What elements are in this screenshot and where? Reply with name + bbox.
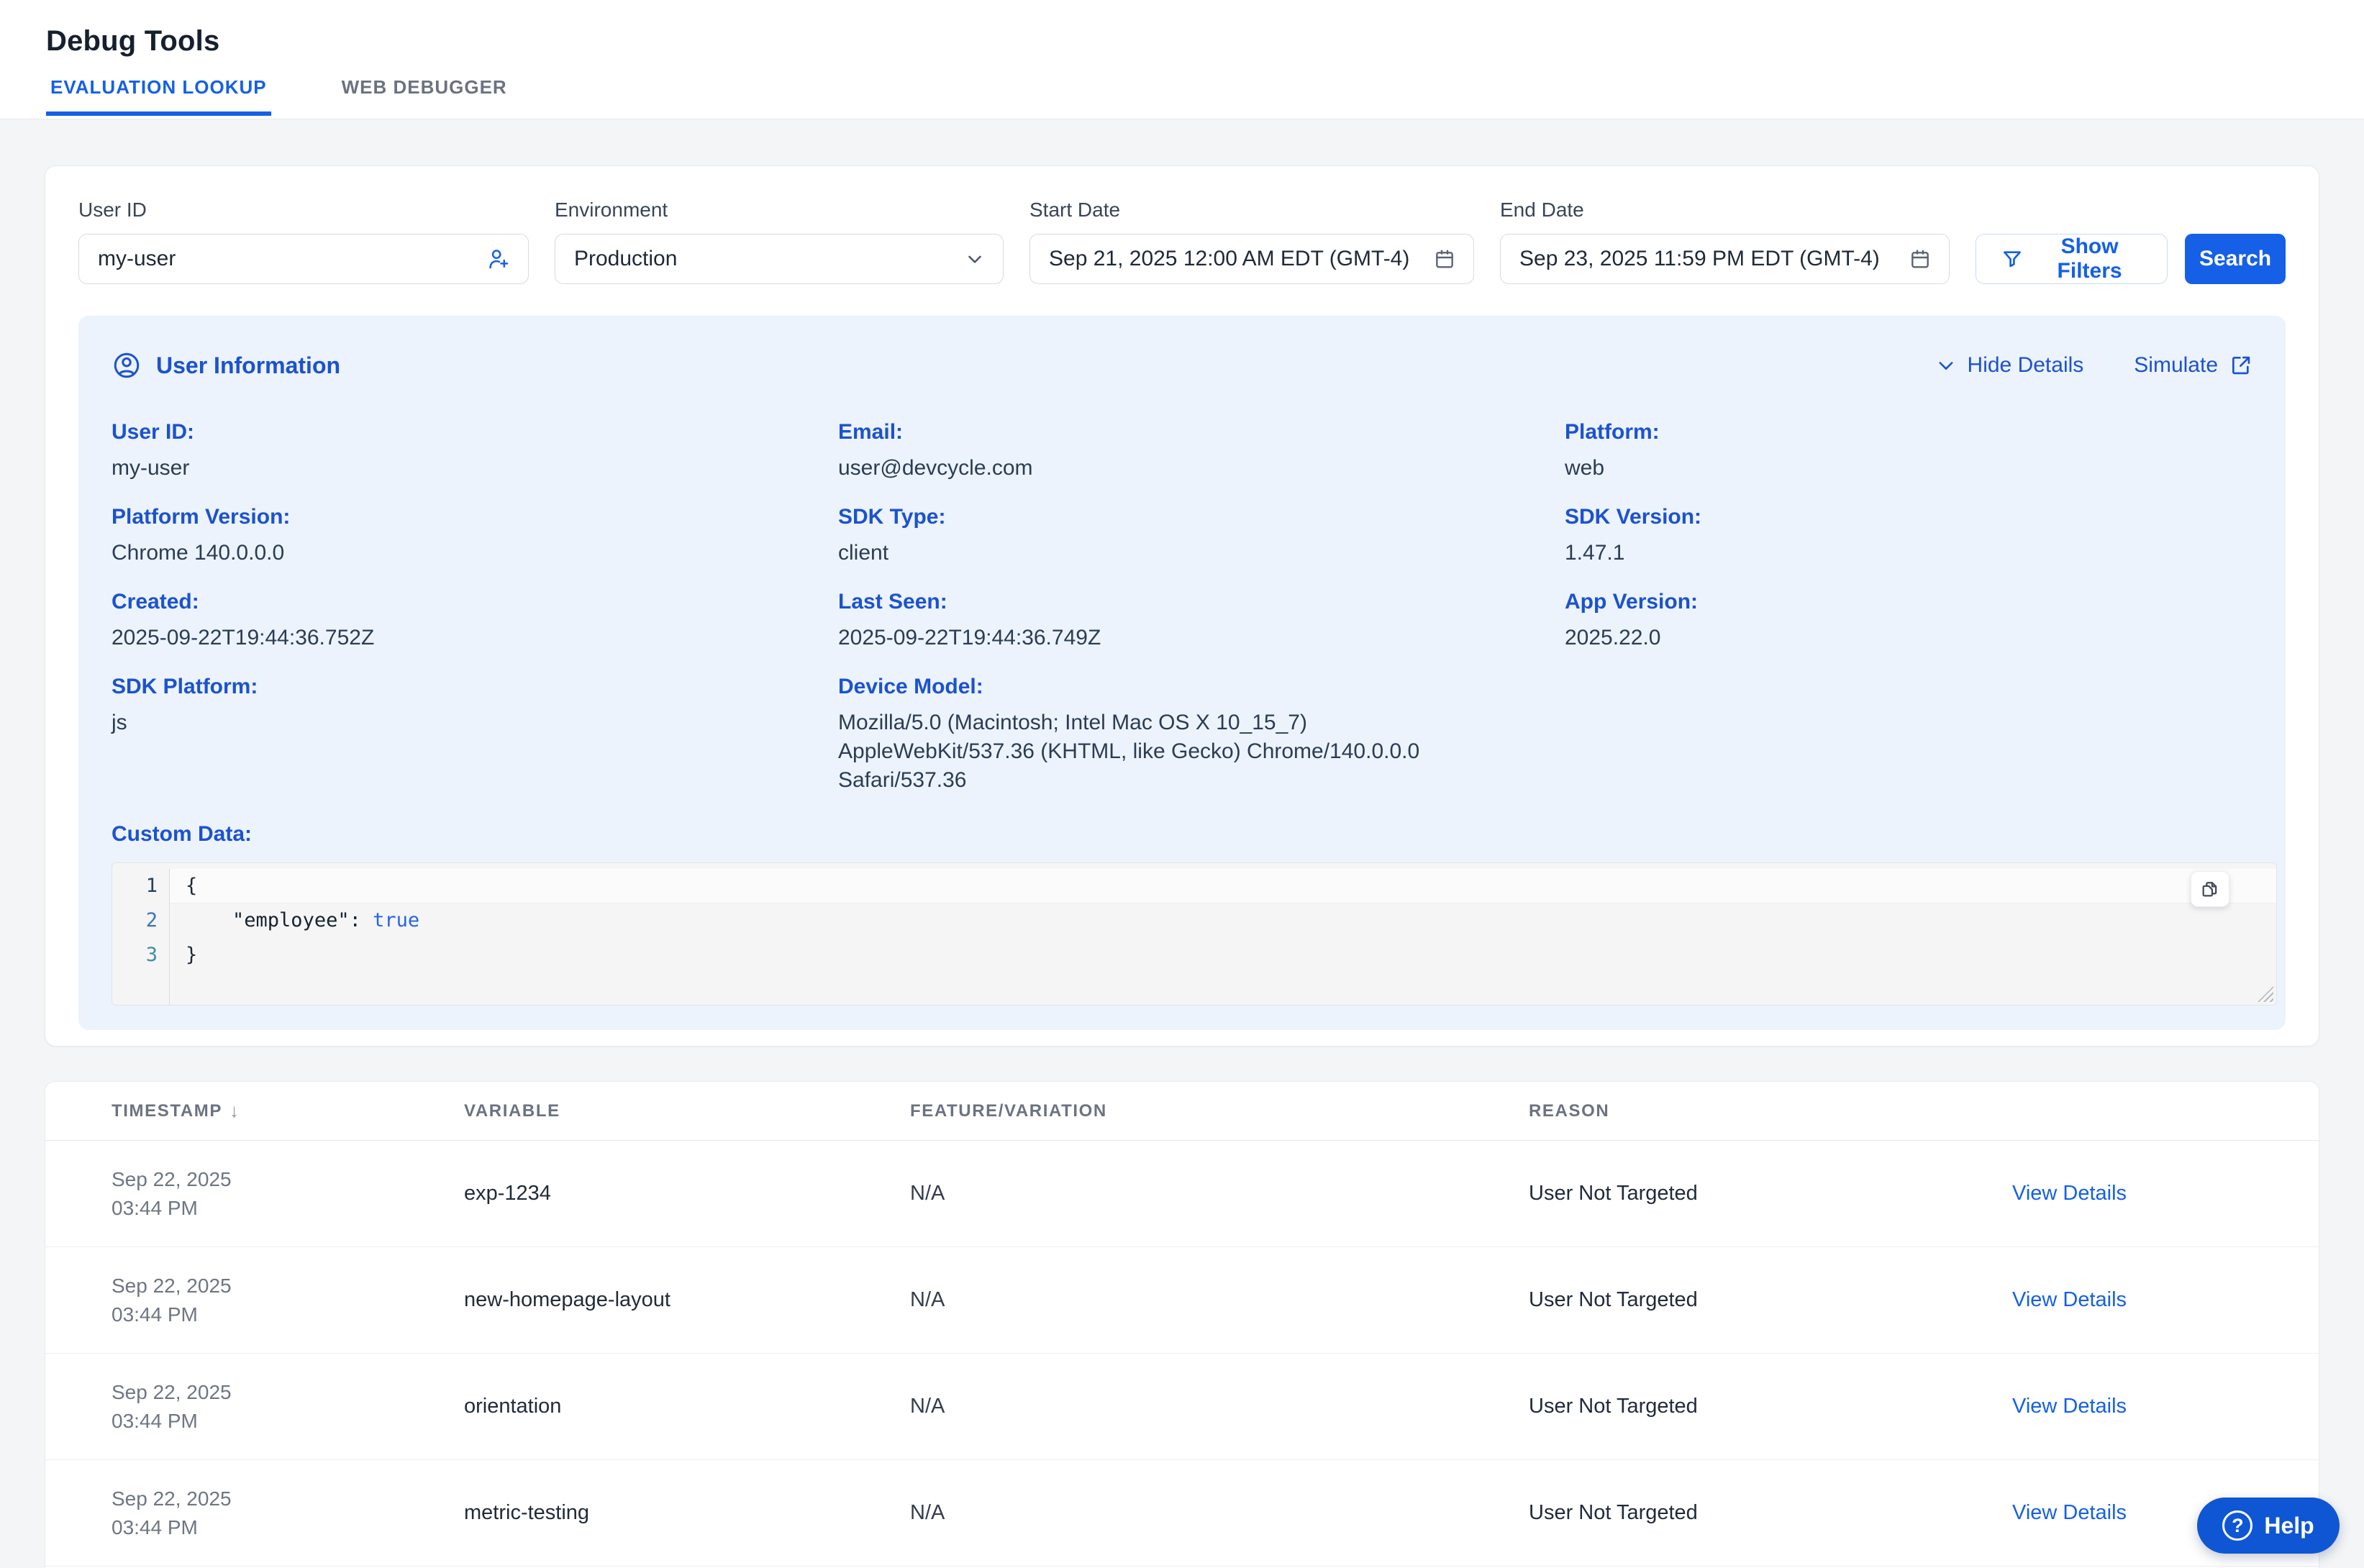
code-block[interactable]: 1 2 3 { "employee": true } (112, 862, 2277, 1006)
field-created: Created: 2025-09-22T19:44:36.752Z (112, 589, 838, 652)
filter-buttons: Show Filters Search (1976, 234, 2286, 284)
end-date-field-group: End Date Sep 23, 2025 11:59 PM EDT (GMT-… (1500, 198, 1950, 284)
code-gutter: 1 2 3 (112, 869, 170, 1005)
user-information-actions: Hide Details Simulate (1936, 353, 2252, 378)
user-id-value: my-user (98, 247, 176, 271)
simulate-button[interactable]: Simulate (2134, 353, 2252, 378)
show-filters-button[interactable]: Show Filters (1976, 234, 2168, 284)
copy-icon (2200, 879, 2220, 899)
help-button[interactable]: ? Help (2197, 1498, 2340, 1554)
end-date-value: Sep 23, 2025 11:59 PM EDT (GMT-4) (1519, 247, 1880, 271)
page-title: Debug Tools (46, 24, 2318, 58)
view-details-link[interactable]: View Details (2012, 1395, 2319, 1418)
view-details-link[interactable]: View Details (2012, 1182, 2319, 1205)
chevron-down-icon (1936, 355, 1956, 375)
top-bar: Debug Tools EVALUATION LOOKUP WEB DEBUGG… (0, 0, 2364, 119)
field-user-id: User ID: my-user (112, 419, 838, 483)
view-details-link[interactable]: View Details (2012, 1288, 2319, 1312)
code-line-1: { (170, 869, 2276, 903)
table-header-row: TIMESTAMP ↓ VARIABLE FEATURE/VARIATION R… (45, 1082, 2319, 1141)
table-row: Sep 22, 202503:44 PM new-homepage-layout… (45, 1247, 2319, 1354)
user-information-panel: User Information Hide Details Simulate (78, 316, 2286, 1030)
tab-bar: EVALUATION LOOKUP WEB DEBUGGER (46, 76, 2318, 116)
column-header-feature-variation[interactable]: FEATURE/VARIATION (910, 1101, 1529, 1121)
hide-details-button[interactable]: Hide Details (1936, 353, 2084, 378)
copy-button[interactable] (2191, 871, 2229, 907)
field-app-version: App Version: 2025.22.0 (1565, 589, 2252, 652)
environment-field-group: Environment Production (555, 198, 1004, 284)
user-add-icon[interactable] (486, 247, 511, 271)
start-date-field-group: Start Date Sep 21, 2025 12:00 AM EDT (GM… (1029, 198, 1474, 284)
start-date-value: Sep 21, 2025 12:00 AM EDT (GMT-4) (1049, 247, 1409, 271)
field-sdk-platform: SDK Platform: js (112, 674, 838, 795)
tab-web-debugger[interactable]: WEB DEBUGGER (337, 76, 512, 116)
user-id-field-group: User ID my-user (78, 198, 529, 284)
calendar-icon[interactable] (1909, 247, 1932, 270)
external-link-icon (2229, 354, 2252, 377)
field-platform-version: Platform Version: Chrome 140.0.0.0 (112, 504, 838, 568)
environment-select[interactable]: Production (555, 234, 1004, 284)
environment-value: Production (574, 247, 677, 271)
lookup-card: User ID my-user Environment Production (45, 165, 2319, 1047)
user-fields-grid: User ID: my-user Email: user@devcycle.co… (112, 419, 2252, 816)
user-circle-icon (112, 350, 142, 380)
filter-row: User ID my-user Environment Production (78, 198, 2286, 284)
table-row: Sep 22, 202503:44 PM exp-1234 N/A User N… (45, 1141, 2319, 1247)
calendar-icon[interactable] (1433, 247, 1456, 270)
field-email: Email: user@devcycle.com (838, 419, 1565, 483)
funnel-icon (2001, 247, 2024, 270)
table-row: Sep 22, 202503:44 PM orientation N/A Use… (45, 1354, 2319, 1460)
show-filters-label: Show Filters (2037, 234, 2142, 283)
environment-label: Environment (555, 198, 1004, 222)
field-sdk-type: SDK Type: client (838, 504, 1565, 568)
sort-descending-icon: ↓ (229, 1100, 240, 1122)
column-header-variable[interactable]: VARIABLE (464, 1101, 910, 1121)
start-date-label: Start Date (1029, 198, 1474, 222)
user-information-title: User Information (112, 350, 340, 380)
table-row: Sep 22, 202503:44 PM metric-testing N/A … (45, 1460, 2319, 1567)
question-mark-icon: ? (2222, 1510, 2252, 1541)
search-button[interactable]: Search (2185, 234, 2286, 284)
code-line-3: } (170, 938, 2276, 972)
code-line-2: "employee": true (170, 903, 2276, 938)
user-id-input[interactable]: my-user (78, 234, 529, 284)
chevron-down-icon (964, 248, 986, 270)
field-device-model: Device Model: Mozilla/5.0 (Macintosh; In… (838, 674, 1565, 795)
tab-evaluation-lookup[interactable]: EVALUATION LOOKUP (46, 76, 271, 116)
user-information-header: User Information Hide Details Simulate (78, 350, 2286, 380)
custom-data-editor: 1 2 3 { "employee": true } (112, 862, 2277, 1006)
custom-data-label: Custom Data: (112, 822, 2252, 847)
content-area: User ID my-user Environment Production (0, 119, 2364, 1568)
evaluations-table: TIMESTAMP ↓ VARIABLE FEATURE/VARIATION R… (45, 1081, 2319, 1568)
field-sdk-version: SDK Version: 1.47.1 (1565, 504, 2252, 568)
column-header-reason[interactable]: REASON (1529, 1101, 2012, 1121)
column-header-timestamp[interactable]: TIMESTAMP ↓ (112, 1100, 464, 1122)
end-date-label: End Date (1500, 198, 1950, 222)
end-date-input[interactable]: Sep 23, 2025 11:59 PM EDT (GMT-4) (1500, 234, 1950, 284)
start-date-input[interactable]: Sep 21, 2025 12:00 AM EDT (GMT-4) (1029, 234, 1474, 284)
field-last-seen: Last Seen: 2025-09-22T19:44:36.749Z (838, 589, 1565, 652)
user-id-label: User ID (78, 198, 529, 222)
code-lines: { "employee": true } (170, 869, 2276, 1005)
field-platform: Platform: web (1565, 419, 2252, 483)
